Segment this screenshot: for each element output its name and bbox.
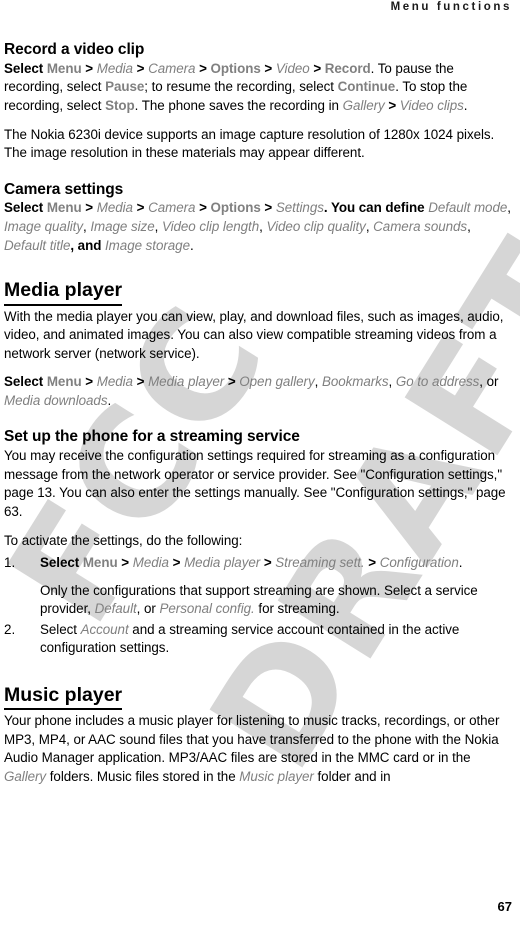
- section-heading-media-player-wrap: Media player: [4, 280, 516, 307]
- section-heading-media-player: Media player: [4, 280, 123, 306]
- subsection-heading-camera-settings: Camera settings: [4, 180, 124, 198]
- list-item-text: Select Account and a streaming service a…: [40, 621, 460, 656]
- paragraph-streaming-config-note: You may receive the configuration settin…: [4, 448, 506, 519]
- list-item-text: Select Menu > Media > Media player > Str…: [40, 555, 463, 571]
- paragraph-media-player-path: Select Menu > Media > Media player > Ope…: [4, 374, 499, 408]
- section-heading-music-player: Music player: [4, 684, 123, 711]
- list-item-number: 1.: [4, 555, 16, 571]
- paragraph-resolution-note: The Nokia 6230i device supports an image…: [4, 126, 495, 161]
- page-content: Record a video clip Select Menu > Media …: [4, 40, 516, 787]
- subsection-heading-record-a-video-clip: Record a video clip: [4, 41, 145, 58]
- paragraph-music-player-intro: Your phone includes a music player for l…: [4, 713, 500, 785]
- paragraph-camera-settings-path: Select Menu > Media > Camera > Options >…: [4, 200, 511, 253]
- paragraph-streaming-activate-lead: To activate the settings, do the followi…: [4, 532, 243, 548]
- streaming-steps-list: 1. Select Menu > Media > Media player > …: [4, 554, 516, 658]
- paragraph-record-video-path: Select Menu > Media > Camera > Options >…: [4, 60, 468, 113]
- section-heading-music-player-wrap: Music player: [4, 684, 516, 712]
- list-item-number: 2.: [4, 621, 16, 637]
- running-header: Menu functions: [390, 1, 512, 13]
- list-item: 2. Select Account and a streaming servic…: [4, 621, 516, 658]
- page-number: 67: [497, 899, 512, 914]
- paragraph-media-player-intro: With the media player you can view, play…: [4, 308, 504, 361]
- document-page: Menu functions Record a video clip Selec…: [0, 0, 520, 926]
- list-item-continuation: Only the configurations that support str…: [40, 582, 478, 617]
- list-item: 1. Select Menu > Media > Media player > …: [4, 554, 516, 619]
- subsection-heading-set-up-streaming: Set up the phone for a streaming service: [4, 428, 300, 446]
